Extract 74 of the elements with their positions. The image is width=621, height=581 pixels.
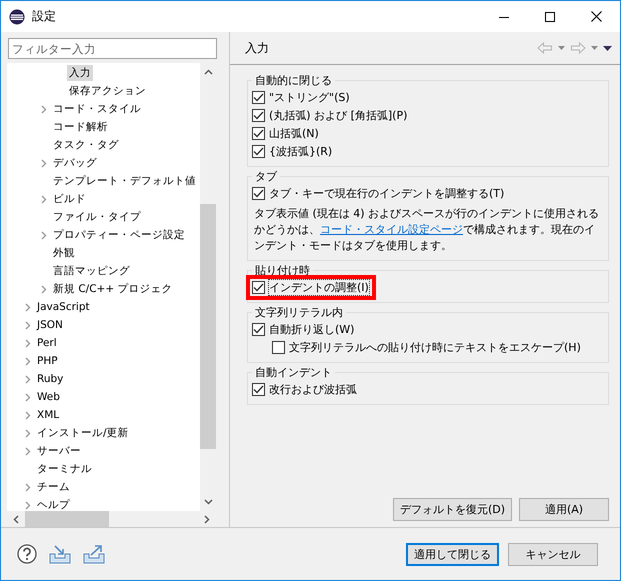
dropdown-icon[interactable] — [558, 46, 565, 50]
tree-item[interactable]: Perl — [35, 335, 59, 351]
app-icon — [9, 8, 25, 24]
tree-item[interactable]: 外観 — [51, 245, 77, 261]
tree-item[interactable]: JSON — [35, 317, 65, 333]
tree-item[interactable]: タスク・タグ — [51, 137, 121, 153]
check-icon — [253, 92, 264, 102]
scroll-down-icon[interactable] — [204, 499, 212, 505]
help-icon[interactable] — [17, 544, 37, 564]
group-title: 自動インデント — [254, 365, 333, 380]
check-icon — [253, 110, 264, 120]
expand-icon[interactable] — [41, 104, 47, 114]
check-icon — [253, 384, 264, 394]
tree-item[interactable]: ヘルプ — [35, 497, 72, 511]
expand-icon[interactable] — [41, 230, 47, 240]
tree-item[interactable]: Web — [35, 389, 62, 405]
tree-item[interactable]: XML — [35, 407, 62, 423]
checkbox-option[interactable]: タブ・キーで現在行のインデントを調整する(T) — [252, 184, 506, 202]
button[interactable]: デフォルトを復元(D) — [392, 498, 512, 521]
export-icon[interactable] — [83, 544, 105, 564]
close-icon[interactable] — [591, 11, 602, 22]
import-icon[interactable] — [49, 544, 71, 564]
expand-icon[interactable] — [41, 194, 47, 204]
check-icon — [253, 128, 264, 138]
tree-item[interactable]: ファイル・タイプ — [51, 209, 143, 225]
check-icon — [253, 282, 264, 292]
tree-item[interactable]: 保存アクション — [67, 83, 148, 99]
checkbox-option[interactable]: "ストリング"(S) — [252, 88, 351, 106]
tree-item[interactable]: 言語マッピング — [51, 263, 132, 279]
tree-item[interactable]: Ruby — [35, 371, 66, 387]
tree-item[interactable]: チーム — [35, 479, 72, 495]
link[interactable]: コード・スタイル設定ページ — [320, 223, 463, 236]
button[interactable]: キャンセル — [508, 542, 598, 566]
checkbox-option[interactable]: 文字列リテラルへの貼り付け時にテキストをエスケープ(H) — [272, 338, 582, 356]
tree-item[interactable]: インストール/更新 — [35, 425, 131, 441]
dropdown-icon[interactable] — [591, 46, 598, 50]
checkbox-option[interactable]: {波括弧}(R) — [252, 142, 334, 160]
tree-item[interactable]: 新規 C/C++ プロジェク — [51, 281, 174, 297]
button[interactable]: 適用して閉じる — [406, 542, 499, 566]
tree-item[interactable]: サーバー — [35, 443, 83, 459]
checkbox-option[interactable]: (丸括弧) および [角括弧](P) — [252, 106, 408, 124]
scroll-up-icon[interactable] — [204, 69, 212, 75]
tree-item[interactable]: コード・スタイル — [51, 101, 143, 117]
tree-item[interactable]: 入力 — [67, 65, 93, 81]
tree-item[interactable]: プロパティー・ページ設定 — [51, 227, 187, 243]
tree-item[interactable]: JavaScript — [35, 299, 92, 315]
tree-item[interactable]: ターミナル — [35, 461, 94, 477]
expand-icon[interactable] — [41, 284, 47, 294]
checkbox-option[interactable]: 改行および波括弧 — [252, 380, 358, 398]
group-title: 自動的に閉じる — [254, 73, 333, 88]
window-title: 設定 — [32, 8, 56, 25]
tree-item[interactable]: ビルド — [51, 191, 88, 207]
forward-arrow-icon[interactable] — [570, 42, 586, 54]
check-icon — [253, 146, 264, 156]
tree-item[interactable]: テンプレート・デフォルト値 — [51, 173, 198, 189]
check-icon — [253, 188, 264, 198]
back-arrow-icon[interactable] — [537, 42, 553, 54]
scroll-right-icon[interactable] — [204, 514, 210, 524]
tree-item[interactable]: PHP — [35, 353, 60, 369]
tree-item[interactable]: コード解析 — [51, 119, 110, 135]
group-title: タブ — [254, 169, 278, 184]
button[interactable]: 適用(A) — [519, 498, 609, 521]
maximize-icon[interactable] — [545, 12, 555, 22]
expand-icon[interactable] — [41, 158, 47, 168]
menu-icon[interactable] — [603, 46, 612, 50]
check-icon — [253, 324, 264, 334]
tree-item[interactable]: デバッグ — [51, 155, 99, 171]
checkbox-option[interactable]: 山括弧(N) — [252, 124, 320, 142]
description-text: タブ表示値 (現在は 4) およびスペースが行のインデントに使用されるかどうかは、コード・スタイル設定ページで構成されます。現在のインデント・モードはタブを使用します。 — [254, 206, 600, 254]
scroll-left-icon[interactable] — [13, 514, 19, 524]
checkbox-option[interactable]: 自動折り返し(W) — [252, 320, 356, 338]
filter-field[interactable]: フィルター入力 — [8, 38, 217, 59]
page-title: 入力 — [245, 40, 269, 56]
group-title: 文字列リテラル内 — [254, 305, 344, 320]
